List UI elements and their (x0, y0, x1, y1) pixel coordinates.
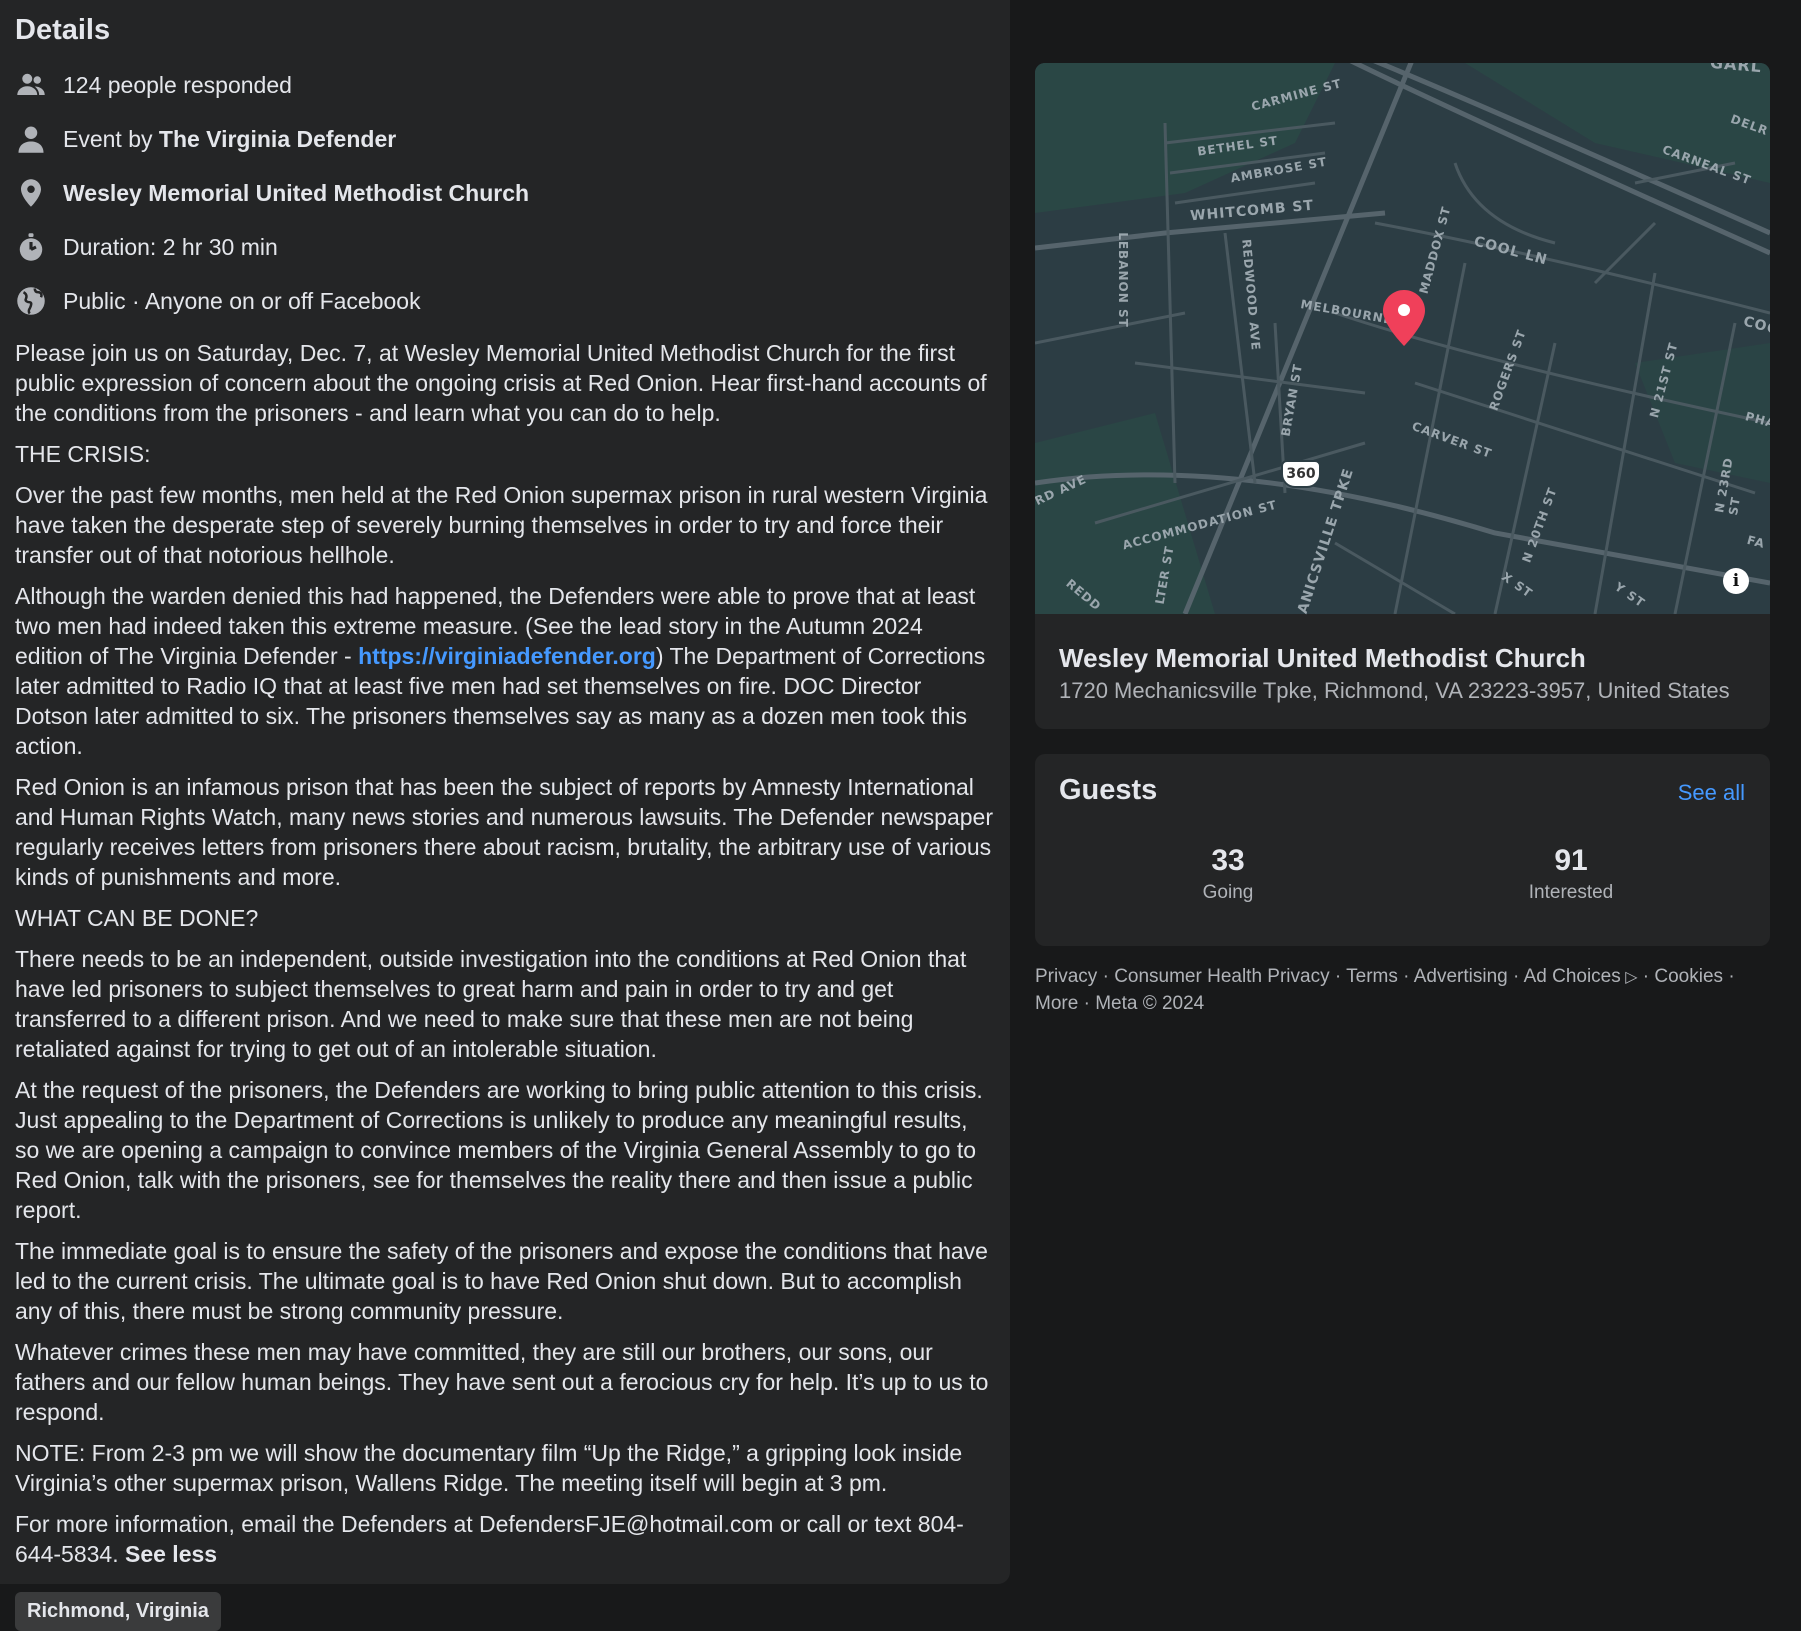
footer-ad-choices-link[interactable]: Ad Choices (1524, 966, 1621, 987)
street-label: AMBROSE ST (1229, 154, 1329, 186)
info-icon[interactable]: i (1723, 568, 1749, 594)
street-label: Y ST (1612, 579, 1648, 611)
details-title: Details (15, 14, 111, 46)
location-row: Wesley Memorial United Methodist Church (15, 166, 995, 220)
footer-meta-copyright: Meta © 2024 (1095, 993, 1205, 1014)
going-count: 33 (1211, 844, 1245, 877)
description-paragraph: At the request of the prisoners, the Def… (15, 1077, 983, 1223)
street-label: REDWOOD AVE (1239, 238, 1263, 352)
street-label: PHA (1743, 409, 1770, 431)
person-icon (15, 123, 47, 155)
description-paragraph: There needs to be an independent, outsid… (15, 946, 967, 1062)
event-by-row: Event by The Virginia Defender (15, 112, 995, 166)
street-label: RD AVE (1035, 471, 1089, 509)
globe-icon (15, 285, 47, 317)
street-label: WHITCOMB ST (1189, 197, 1315, 225)
street-label: REDD (1063, 576, 1105, 614)
duration-row: Duration: 2 hr 30 min (15, 220, 995, 274)
interested-count: 91 (1554, 844, 1588, 877)
street-label: N 23RD ST (1712, 456, 1744, 517)
footer-cookies-link[interactable]: Cookies (1654, 966, 1723, 987)
street-label: CARMINE ST (1249, 76, 1344, 114)
street-label: N 21ST ST (1647, 340, 1681, 420)
going-stat[interactable]: 33 Going (1108, 844, 1348, 904)
route-number: 360 (1286, 466, 1316, 482)
description-paragraph: NOTE: From 2-3 pm we will show the docum… (15, 1440, 963, 1496)
description-paragraph: Red Onion is an infamous prison that has… (15, 774, 993, 890)
footer-terms-link[interactable]: Terms (1346, 966, 1398, 987)
location-map[interactable]: CARMINE ST BETHEL ST AMBROSE ST WHITCOMB… (1035, 63, 1770, 616)
footer-advertising-link[interactable]: Advertising (1414, 966, 1508, 987)
street-label: ACCOMMODATION ST (1120, 497, 1279, 553)
street-label: FA (1745, 532, 1767, 552)
stopwatch-icon (15, 231, 47, 263)
details-card: Details 124 people responded Event by Th… (0, 0, 1010, 1631)
street-label: DELR (1728, 111, 1770, 139)
interested-stat[interactable]: 91 Interested (1451, 844, 1691, 904)
guests-card: Guests See all 33 Going 91 Interested (1035, 754, 1770, 946)
street-label: CARNEAL ST (1660, 142, 1754, 188)
street-label: BRYAN ST (1278, 362, 1306, 438)
ad-choices-icon: ▷ (1620, 969, 1638, 986)
street-label: LTER ST (1152, 544, 1177, 606)
going-label: Going (1202, 882, 1254, 903)
event-by-prefix: Event by (63, 125, 159, 152)
privacy-text: Public · Anyone on or off Facebook (63, 287, 421, 314)
street-label: GARL (1709, 63, 1763, 77)
event-description: Please join us on Saturday, Dec. 7, at W… (15, 338, 995, 1569)
defender-website-link[interactable]: https://virginiadefender.org (358, 643, 656, 669)
description-paragraph: The immediate goal is to ensure the safe… (15, 1238, 988, 1324)
description-paragraph: Please join us on Saturday, Dec. 7, at W… (15, 340, 987, 426)
street-label: BETHEL ST (1196, 133, 1279, 159)
location-link[interactable]: Wesley Memorial United Methodist Church (63, 180, 529, 207)
venue-address: 1720 Mechanicsville Tpke, Richmond, VA 2… (1059, 678, 1730, 703)
responded-row: 124 people responded (15, 58, 995, 112)
privacy-row: Public · Anyone on or off Facebook (15, 274, 995, 328)
route-shield: 360 (1281, 460, 1321, 488)
footer-privacy-link[interactable]: Privacy (1035, 966, 1097, 987)
street-label: N 20TH ST (1519, 485, 1560, 565)
map-card: CARMINE ST BETHEL ST AMBROSE ST WHITCOMB… (1035, 63, 1770, 729)
street-label: ANICSVILLE TPKE (1294, 466, 1358, 616)
event-host-link[interactable]: The Virginia Defender (159, 126, 396, 153)
see-all-guests-link[interactable]: See all (1678, 780, 1745, 806)
description-paragraph: For more information, email the Defender… (15, 1509, 995, 1569)
duration-text: Duration: 2 hr 30 min (63, 233, 278, 260)
venue-name[interactable]: Wesley Memorial United Methodist Church (1059, 643, 1586, 674)
responded-text: 124 people responded (63, 71, 292, 98)
street-label: X ST (1499, 569, 1536, 601)
location-pin-icon (15, 177, 47, 209)
street-label: MADDOX ST (1416, 204, 1454, 296)
footer-links: Privacy · Consumer Health Privacy · Term… (1035, 966, 1735, 1014)
footer-more-link[interactable]: More (1035, 993, 1078, 1014)
description-heading: THE CRISIS: (15, 441, 151, 467)
see-less-button[interactable]: See less (125, 1541, 217, 1567)
street-label: LEBANON ST (1115, 232, 1130, 328)
description-paragraph: Over the past few months, men held at th… (15, 482, 988, 568)
description-paragraph: Although the warden denied this had happ… (15, 581, 995, 761)
interested-label: Interested (1528, 882, 1614, 903)
location-tag[interactable]: Richmond, Virginia (15, 1592, 221, 1631)
description-paragraph: Whatever crimes these men may have commi… (15, 1339, 989, 1425)
street-label: CARVER ST (1410, 419, 1494, 461)
people-icon (15, 69, 47, 101)
street-label: COOL LN (1472, 233, 1550, 269)
footer-consumer-health-link[interactable]: Consumer Health Privacy (1114, 966, 1329, 987)
guests-title: Guests (1059, 774, 1158, 806)
street-label: COO (1741, 313, 1770, 339)
map-pin-icon[interactable] (1380, 288, 1428, 348)
description-heading: WHAT CAN BE DONE? (15, 905, 259, 931)
street-label: ROGERS ST (1486, 327, 1529, 413)
